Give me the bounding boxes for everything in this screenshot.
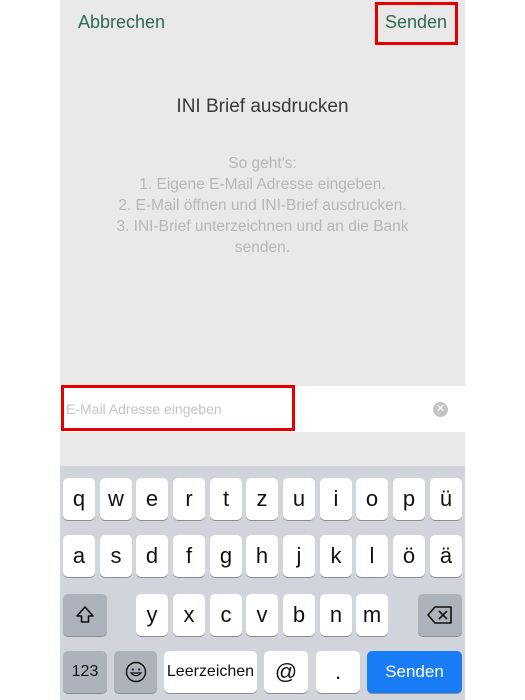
instruction-step-1: 1. Eigene E-Mail Adresse eingeben. (139, 176, 386, 193)
key-p[interactable]: p (393, 478, 425, 520)
key-r[interactable]: r (173, 478, 205, 520)
key-w[interactable]: w (100, 478, 132, 520)
key-q[interactable]: q (63, 478, 95, 520)
key-f[interactable]: f (173, 535, 205, 577)
key-ae[interactable]: ä (430, 535, 462, 577)
clear-icon[interactable]: ✕ (433, 402, 448, 417)
instruction-step-3-continued: senden. (234, 239, 291, 256)
key-t[interactable]: t (210, 478, 242, 520)
keyboard-send-button[interactable]: Senden (367, 651, 462, 693)
key-h[interactable]: h (246, 535, 278, 577)
send-button[interactable]: Senden (385, 12, 447, 33)
key-y[interactable]: y (136, 594, 168, 636)
key-j[interactable]: j (283, 535, 315, 577)
instruction-step-2: 2. E-Mail öffnen und INI-Brief ausdrucke… (118, 197, 407, 214)
backspace-key[interactable] (418, 594, 462, 636)
key-oe[interactable]: ö (393, 535, 425, 577)
key-o[interactable]: o (356, 478, 388, 520)
instruction-step-3: 3. INI-Brief unterzeichnen und an die Ba… (116, 218, 409, 235)
key-c[interactable]: c (210, 594, 242, 636)
key-a[interactable]: a (63, 535, 95, 577)
key-m[interactable]: m (356, 594, 388, 636)
key-s[interactable]: s (100, 535, 132, 577)
cancel-button[interactable]: Abbrechen (78, 12, 165, 33)
emoji-key[interactable] (114, 651, 157, 693)
key-z[interactable]: z (246, 478, 278, 520)
instructions-heading: So geht's: (228, 155, 297, 172)
at-key[interactable]: @ (264, 651, 308, 693)
key-n[interactable]: n (320, 594, 352, 636)
key-b[interactable]: b (283, 594, 315, 636)
shift-key[interactable] (63, 594, 107, 636)
numbers-key[interactable]: 123 (63, 651, 107, 693)
key-l[interactable]: l (356, 535, 388, 577)
dot-key[interactable]: . (316, 651, 360, 693)
emoji-icon (125, 661, 146, 683)
key-ue[interactable]: ü (430, 478, 462, 520)
email-input-row: ✕ (60, 386, 465, 432)
instructions: So geht's: 1. Eigene E-Mail Adresse eing… (80, 153, 445, 258)
key-k[interactable]: k (320, 535, 352, 577)
key-v[interactable]: v (246, 594, 278, 636)
email-field[interactable] (66, 394, 406, 424)
key-i[interactable]: i (320, 478, 352, 520)
mail-compose-screen: Abbrechen Senden INI Brief ausdrucken So… (60, 0, 465, 700)
space-key[interactable]: Leerzeichen (164, 651, 257, 693)
key-x[interactable]: x (173, 594, 205, 636)
key-g[interactable]: g (210, 535, 242, 577)
key-e[interactable]: e (136, 478, 168, 520)
key-u[interactable]: u (283, 478, 315, 520)
page-title: INI Brief ausdrucken (176, 96, 349, 117)
shift-icon (76, 606, 94, 623)
key-d[interactable]: d (136, 535, 168, 577)
backspace-icon (427, 606, 452, 624)
on-screen-keyboard: q w e r t z u i o p ü a s d f g h j k l … (60, 466, 465, 700)
